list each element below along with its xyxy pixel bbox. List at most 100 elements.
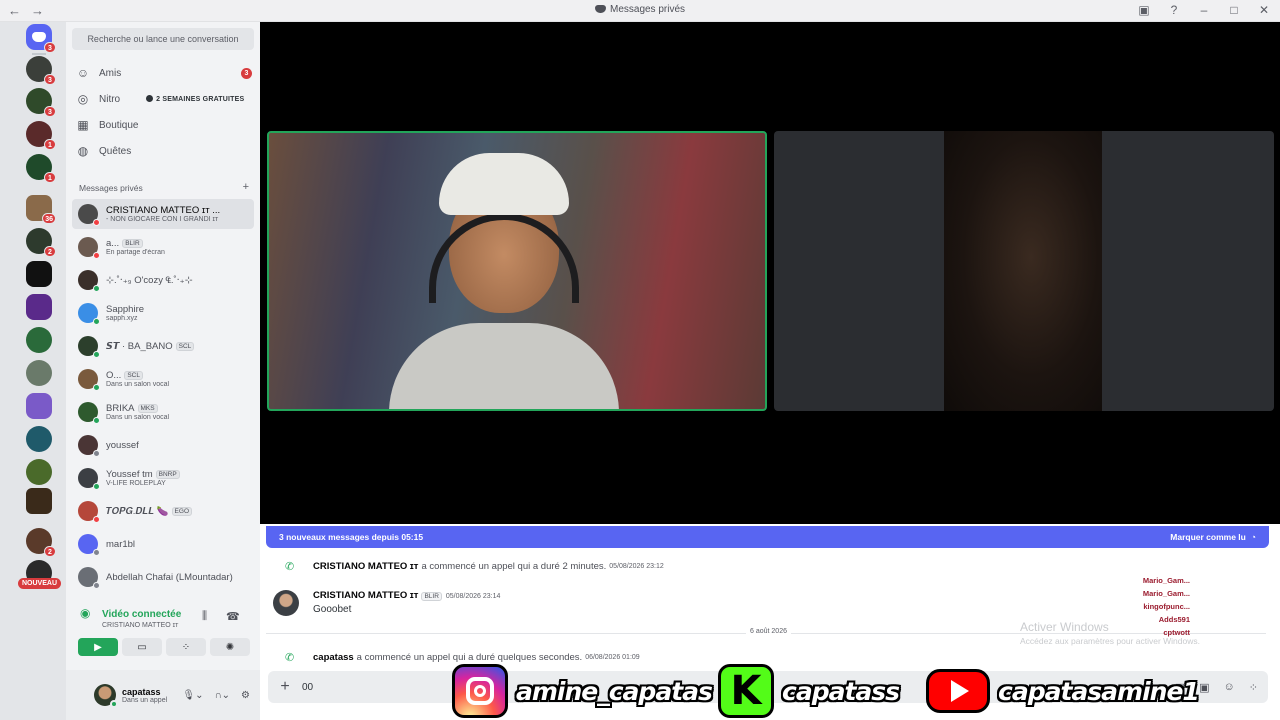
server-icon[interactable]: 1 xyxy=(26,121,56,150)
status-indicator xyxy=(110,700,118,708)
dm-item[interactable]: a... BLIR En partage d'écran xyxy=(72,232,254,262)
status-indicator xyxy=(93,417,100,424)
shop-icon: ▦ xyxy=(77,118,89,132)
dm-name: Youssef tm xyxy=(106,469,153,480)
maximize-button[interactable]: □ xyxy=(1226,3,1242,17)
guild-tag: EGO xyxy=(171,506,192,516)
settings-gear-icon[interactable]: ⚙ xyxy=(241,690,250,701)
status-indicator xyxy=(93,252,100,259)
microphone-icon[interactable]: 🎙︎⌄ xyxy=(182,690,203,701)
status-indicator xyxy=(93,549,100,556)
avatar xyxy=(78,270,100,292)
dm-item[interactable]: 𝑻𝑶𝑷𝑮.𝑫𝑳𝑳 🍆 EGO xyxy=(72,496,254,526)
server-icon[interactable]: 3 xyxy=(26,56,56,85)
headset-icon[interactable]: ∩⌄ xyxy=(214,690,230,701)
dm-activity: sapph.xyz xyxy=(106,315,138,322)
mark-as-read-button[interactable]: Marquer comme lu xyxy=(1170,532,1246,542)
dm-item[interactable]: Youssef tm BNRP V-LIFE ROLEPLAY xyxy=(72,463,254,493)
dm-item[interactable]: youssef xyxy=(72,430,254,460)
dm-list-header: Messages privés + xyxy=(79,181,249,194)
nitro-icon: ◎ xyxy=(77,92,89,106)
nitro-promo: 2 SEMAINES GRATUITES xyxy=(146,95,244,103)
nav-friends[interactable]: ☺ Amis 3 xyxy=(76,61,252,85)
dm-item[interactable]: O... SCL Dans un salon vocal xyxy=(72,364,254,394)
emoji-icon[interactable]: ☺ xyxy=(1224,681,1235,694)
server-icon[interactable]: 3 xyxy=(26,88,56,117)
status-indicator xyxy=(93,285,100,292)
stream-chat-overlay: Mario_Gam... Mario_Gam... kingofpunc... Add… xyxy=(1136,574,1196,639)
message-body: Gooobet xyxy=(313,604,352,615)
dm-name: BRIKA xyxy=(106,403,135,414)
avatar xyxy=(78,237,100,259)
avatar[interactable] xyxy=(273,590,299,616)
new-badge: NOUVEAU xyxy=(18,578,62,589)
avatar xyxy=(78,567,100,589)
dm-item[interactable]: 𝙎𝙏 · BA_BANO SCL xyxy=(72,331,254,361)
disconnect-icon[interactable]: ☎ xyxy=(226,610,240,623)
server-icon[interactable]: 2 xyxy=(26,228,56,257)
camera-button[interactable]: ▶ xyxy=(78,638,118,656)
quests-icon: ◍ xyxy=(77,144,89,158)
voice-channel[interactable]: CRISTIANO MATTEO ɪᴛ xyxy=(102,622,178,629)
direct-messages-button[interactable]: 3 xyxy=(26,24,56,53)
soundboard-button[interactable]: ✺ xyxy=(210,638,250,656)
nav-nitro[interactable]: ◎ Nitro 2 SEMAINES GRATUITES xyxy=(76,87,252,111)
apps-icon[interactable]: ⁘ xyxy=(1249,681,1258,694)
server-icon[interactable] xyxy=(26,459,52,485)
video-tile-peer[interactable] xyxy=(774,131,1274,411)
streamer-social-overlay: amine_capatas K capatass capatasamine1 xyxy=(452,664,1200,718)
dm-item[interactable]: Abdellah Chafai (LMountadar) xyxy=(72,562,254,592)
dm-item[interactable]: CRISTIANO MATTEO ɪᴛ ... - NON GIOCARE CON… xyxy=(72,199,254,229)
friends-badge: 3 xyxy=(241,67,252,79)
new-messages-bar[interactable]: 3 nouveaux messages depuis 05:15 Marquer… xyxy=(266,526,1269,548)
upload-plus-icon[interactable]: + xyxy=(268,678,302,696)
status-indicator xyxy=(93,318,100,325)
nav-quests[interactable]: ◍ Quêtes xyxy=(76,139,252,163)
gif-icon[interactable]: ▣ xyxy=(1199,681,1209,694)
voice-panel: ◉ Vidéo connectée CRISTIANO MATTEO ɪᴛ ⫼ … xyxy=(72,602,254,662)
inbox-icon[interactable]: ▣ xyxy=(1136,3,1152,17)
screen-share-button[interactable]: ▭ xyxy=(122,638,162,656)
avatar xyxy=(78,204,100,226)
server-icon[interactable] xyxy=(26,261,52,287)
message-author[interactable]: CRISTIANO MATTEO ɪᴛ BLIR 05/08/2026 23:14 xyxy=(313,590,500,601)
phone-icon: ✆ xyxy=(285,561,295,573)
message-input[interactable]: 00 xyxy=(302,682,313,693)
server-icon[interactable]: 1 xyxy=(26,154,56,183)
call-system-message: ✆ capatass a commencé un appel qui a dur… xyxy=(285,652,640,664)
server-icon[interactable] xyxy=(26,488,52,514)
avatar xyxy=(78,501,100,523)
user-panel: capatass Dans un appel 🎙︎⌄ ∩⌄ ⚙ xyxy=(66,670,260,720)
dm-item[interactable]: ⊹.˚‧₊₉ O'cozy ₠.˚‧₊⊹ xyxy=(72,265,254,295)
server-icon[interactable] xyxy=(26,393,52,419)
activities-button[interactable]: ⁘ xyxy=(166,638,206,656)
dm-item[interactable]: Sapphire sapph.xyz xyxy=(72,298,254,328)
search-input[interactable]: Recherche ou lance une conversation xyxy=(72,28,254,50)
stream-chat-line: Mario_Gam... xyxy=(1142,576,1190,585)
avatar[interactable] xyxy=(94,684,118,708)
noise-suppression-icon[interactable]: ⫼ xyxy=(202,610,207,623)
avatar xyxy=(78,336,100,358)
nav-shop[interactable]: ▦ Boutique xyxy=(76,113,252,137)
youtube-icon xyxy=(926,669,990,713)
server-icon[interactable] xyxy=(26,360,52,386)
dm-name: O... xyxy=(106,370,122,381)
dm-item[interactable]: BRIKA MKS Dans un salon vocal xyxy=(72,397,254,427)
minimize-button[interactable]: – xyxy=(1196,3,1212,17)
voice-status: Vidéo connectée xyxy=(102,608,182,620)
server-rail: 3 3 3 1 1 36 2 2 NOUVEAU xyxy=(0,22,66,720)
video-tile-user[interactable] xyxy=(267,131,767,411)
dm-sidebar: Recherche ou lance une conversation ☺ Am… xyxy=(66,22,260,720)
server-icon[interactable]: 2 xyxy=(26,528,56,557)
stream-chat-line: Adds591 xyxy=(1158,615,1190,624)
avatar xyxy=(78,303,100,325)
server-icon[interactable] xyxy=(26,294,52,320)
server-icon[interactable] xyxy=(26,426,52,452)
server-icon[interactable] xyxy=(26,327,52,353)
create-dm-button[interactable]: + xyxy=(243,182,249,193)
help-icon[interactable]: ? xyxy=(1166,3,1182,17)
user-status: Dans un appel xyxy=(122,696,168,704)
dm-item[interactable]: mar1bl xyxy=(72,529,254,559)
close-button[interactable]: ✕ xyxy=(1256,3,1272,17)
server-folder-icon[interactable]: 36 xyxy=(26,195,56,224)
